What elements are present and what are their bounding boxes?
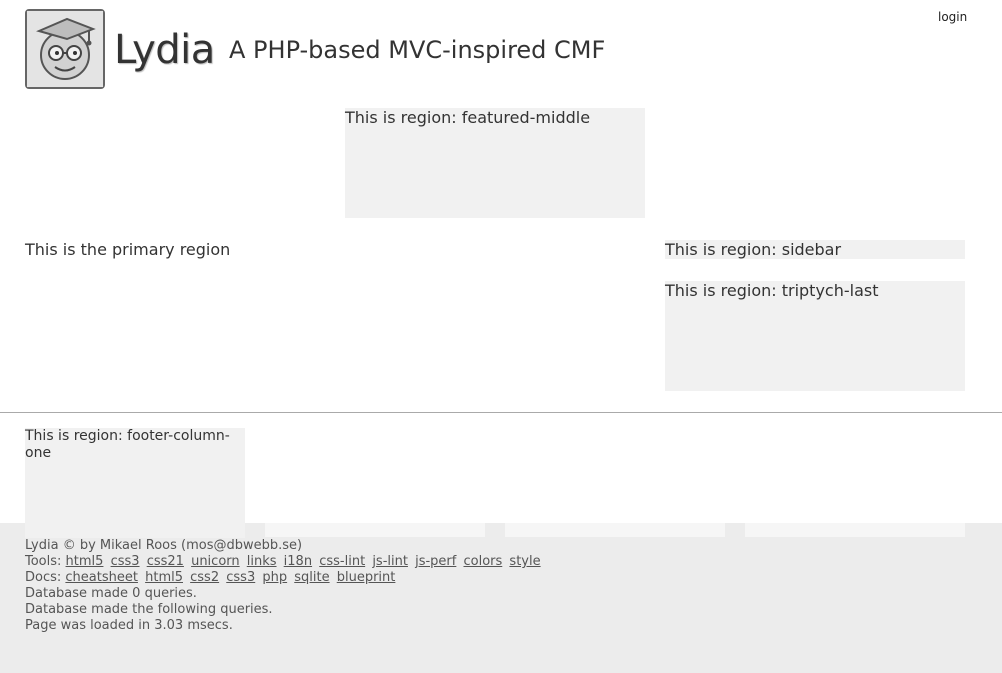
docs-link-php[interactable]: php [262, 570, 287, 585]
docs-link-blueprint[interactable]: blueprint [337, 570, 396, 585]
region-sidebar: This is region: sidebar [665, 240, 965, 259]
region-footer-column-three [505, 430, 725, 537]
tools-link-colors[interactable]: colors [463, 554, 502, 569]
docs-link-css3[interactable]: css3 [226, 570, 255, 585]
lydia-logo-icon [27, 11, 103, 87]
tools-link-css3[interactable]: css3 [111, 554, 140, 569]
tools-link-links[interactable]: links [247, 554, 277, 569]
tools-link-unicorn[interactable]: unicorn [191, 554, 240, 569]
footer-queries-list: Database made the following queries. [25, 602, 273, 617]
region-primary: This is the primary region [25, 240, 231, 259]
region-footer-column-one: This is region: footer-column-one [25, 428, 245, 538]
footer-docs-links: cheatsheet html5 css2 css3 php sqlite bl… [65, 570, 398, 585]
footer-load-time: Page was loaded in 3.03 msecs. [25, 618, 233, 633]
tools-link-html5[interactable]: html5 [66, 554, 104, 569]
region-triptych-last: This is region: triptych-last [665, 281, 965, 391]
tools-link-css21[interactable]: css21 [147, 554, 184, 569]
region-footer-column-four [745, 430, 965, 537]
docs-link-css2[interactable]: css2 [190, 570, 219, 585]
tools-link-js-perf[interactable]: js-perf [415, 554, 456, 569]
tools-link-i18n[interactable]: i18n [284, 554, 312, 569]
site-title[interactable]: Lydia [114, 26, 215, 74]
tools-link-css-lint[interactable]: css-lint [319, 554, 365, 569]
footer-tools: Tools: html5 css3 css21 unicorn links i1… [25, 554, 544, 570]
docs-link-sqlite[interactable]: sqlite [294, 570, 329, 585]
region-featured-middle: This is region: featured-middle [345, 108, 645, 218]
footer-info: Lydia © by Mikael Roos (mos@dbwebb.se) T… [25, 538, 544, 634]
docs-link-cheatsheet[interactable]: cheatsheet [65, 570, 138, 585]
tools-link-js-lint[interactable]: js-lint [372, 554, 408, 569]
footer-tools-label: Tools: [25, 554, 62, 569]
site-logo[interactable] [25, 9, 105, 89]
footer-tools-links: html5 css3 css21 unicorn links i18n css-… [66, 554, 544, 569]
footer-copyright: Lydia © by Mikael Roos (mos@dbwebb.se) [25, 538, 303, 553]
docs-link-html5[interactable]: html5 [145, 570, 183, 585]
site-slogan: A PHP-based MVC-inspired CMF [229, 36, 606, 64]
content-divider [0, 412, 1002, 413]
footer-docs: Docs: cheatsheet html5 css2 css3 php sql… [25, 570, 544, 586]
tools-link-style[interactable]: style [509, 554, 540, 569]
region-footer-column-two [265, 430, 485, 537]
footer-queries-count: Database made 0 queries. [25, 586, 197, 601]
footer-docs-label: Docs: [25, 570, 62, 585]
login-link[interactable]: login [938, 9, 967, 25]
